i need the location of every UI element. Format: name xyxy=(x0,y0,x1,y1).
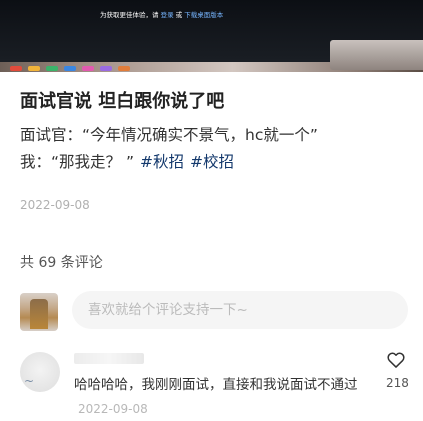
post-body-line: 我：“那我走？ ” #秋招 #校招 xyxy=(20,149,410,176)
comment-body: 哈哈哈哈，我刚刚面试，直接和我说面试不通过 2022-09-08 xyxy=(74,373,379,421)
comment-date: 2022-09-08 xyxy=(78,402,148,416)
like-count: 218 xyxy=(386,376,409,390)
tag-campus-recruitment[interactable]: #校招 xyxy=(190,153,234,171)
avatar-decoration: ~ xyxy=(24,374,35,388)
post-date: 2022-09-08 xyxy=(20,198,90,212)
post-title: 面试官说 坦白跟你说了吧 xyxy=(20,91,225,112)
banner-notice: 为获取更佳体验，请 登录 或 下载桌面版本 xyxy=(100,9,223,19)
tag-autumn-recruitment[interactable]: #秋招 xyxy=(140,153,184,171)
comment-count: 共 69 条评论 xyxy=(20,255,103,271)
notice-prefix: 为获取更佳体验，请 xyxy=(100,11,159,19)
commenter-name-blurred[interactable] xyxy=(74,353,144,364)
commenter-avatar[interactable]: ~ xyxy=(20,352,60,392)
notice-connector: 或 xyxy=(175,11,183,19)
login-link[interactable]: 登录 xyxy=(161,11,174,19)
desktop-banner-image: 为获取更佳体验，请 登录 或 下载桌面版本 xyxy=(0,0,423,72)
post-body: 面试官：“今年情况确实不景气，hc就一个” 我：“那我走？ ” #秋招 #校招 xyxy=(20,122,410,176)
heart-outline-icon[interactable] xyxy=(386,350,406,370)
comment-text: 哈哈哈哈，我刚刚面试，直接和我说面试不通过 xyxy=(74,377,358,393)
current-user-avatar xyxy=(20,293,58,331)
post-body-text: 我：“那我走？ ” xyxy=(20,153,134,171)
dock-icons xyxy=(10,66,130,71)
device-photo xyxy=(330,40,423,70)
download-desktop-link[interactable]: 下载桌面版本 xyxy=(184,11,223,19)
avatar-figure xyxy=(30,299,48,329)
post-body-line: 面试官：“今年情况确实不景气，hc就一个” xyxy=(20,126,318,144)
comment-input[interactable] xyxy=(72,291,408,329)
